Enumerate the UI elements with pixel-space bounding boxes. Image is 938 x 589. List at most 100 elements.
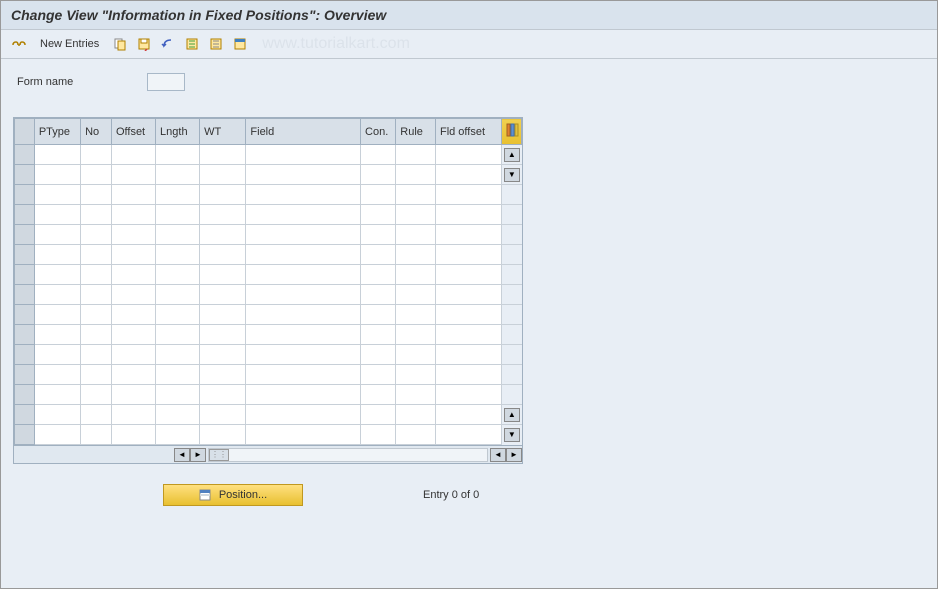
table-cell[interactable] <box>111 225 155 245</box>
table-cell[interactable] <box>246 185 361 205</box>
col-header-no[interactable]: No <box>81 119 112 145</box>
table-cell[interactable] <box>111 145 155 165</box>
table-cell[interactable] <box>156 405 200 425</box>
table-cell[interactable] <box>246 245 361 265</box>
table-row[interactable]: ▲ <box>15 405 522 425</box>
table-cell[interactable] <box>111 385 155 405</box>
new-entries-button[interactable]: New Entries <box>33 35 106 53</box>
position-button[interactable]: Position... <box>163 484 303 506</box>
table-row[interactable]: ▲ <box>15 145 522 165</box>
table-cell[interactable] <box>34 145 80 165</box>
table-cell[interactable] <box>111 265 155 285</box>
table-cell[interactable] <box>361 405 396 425</box>
row-selector[interactable] <box>15 365 35 385</box>
table-cell[interactable] <box>34 365 80 385</box>
table-cell[interactable] <box>81 225 112 245</box>
table-cell[interactable] <box>200 425 246 445</box>
table-cell[interactable] <box>361 205 396 225</box>
table-cell[interactable] <box>361 425 396 445</box>
row-selector[interactable] <box>15 405 35 425</box>
table-cell[interactable] <box>34 265 80 285</box>
table-row[interactable] <box>15 225 522 245</box>
row-selector[interactable] <box>15 225 35 245</box>
undo-icon[interactable] <box>158 34 178 54</box>
deselect-all-icon[interactable] <box>206 34 226 54</box>
table-cell[interactable] <box>81 365 112 385</box>
table-cell[interactable] <box>396 405 436 425</box>
table-cell[interactable] <box>396 185 436 205</box>
save-icon[interactable] <box>134 34 154 54</box>
table-cell[interactable] <box>156 425 200 445</box>
table-cell[interactable] <box>200 405 246 425</box>
table-cell[interactable] <box>435 225 501 245</box>
col-header-field[interactable]: Field <box>246 119 361 145</box>
table-cell[interactable] <box>246 165 361 185</box>
table-cell[interactable] <box>361 385 396 405</box>
table-cell[interactable] <box>246 205 361 225</box>
table-cell[interactable] <box>361 265 396 285</box>
table-cell[interactable] <box>361 245 396 265</box>
table-cell[interactable] <box>200 265 246 285</box>
table-cell[interactable] <box>200 325 246 345</box>
table-cell[interactable] <box>200 305 246 325</box>
table-row[interactable] <box>15 325 522 345</box>
table-settings-icon[interactable] <box>230 34 250 54</box>
table-cell[interactable] <box>156 365 200 385</box>
table-cell[interactable] <box>435 405 501 425</box>
col-header-length[interactable]: Lngth <box>156 119 200 145</box>
table-cell[interactable] <box>111 425 155 445</box>
table-cell[interactable] <box>246 285 361 305</box>
table-cell[interactable] <box>81 325 112 345</box>
table-cell[interactable] <box>156 285 200 305</box>
table-cell[interactable] <box>156 385 200 405</box>
table-cell[interactable] <box>396 365 436 385</box>
scroll-up-end-arrow[interactable]: ▲ <box>504 408 520 422</box>
table-row[interactable] <box>15 285 522 305</box>
table-cell[interactable] <box>156 145 200 165</box>
select-all-header[interactable] <box>15 119 35 145</box>
table-cell[interactable] <box>200 165 246 185</box>
table-cell[interactable] <box>435 265 501 285</box>
table-cell[interactable] <box>435 345 501 365</box>
table-row[interactable] <box>15 345 522 365</box>
row-selector[interactable] <box>15 185 35 205</box>
table-cell[interactable] <box>156 205 200 225</box>
table-cell[interactable] <box>396 265 436 285</box>
scroll-up-arrow[interactable]: ▲ <box>504 148 520 162</box>
table-cell[interactable] <box>34 225 80 245</box>
table-cell[interactable] <box>111 405 155 425</box>
table-row[interactable] <box>15 385 522 405</box>
table-cell[interactable] <box>156 325 200 345</box>
table-cell[interactable] <box>361 145 396 165</box>
table-cell[interactable] <box>34 425 80 445</box>
table-cell[interactable] <box>111 325 155 345</box>
row-selector[interactable] <box>15 165 35 185</box>
table-cell[interactable] <box>81 205 112 225</box>
table-cell[interactable] <box>156 185 200 205</box>
row-selector[interactable] <box>15 245 35 265</box>
table-cell[interactable] <box>361 365 396 385</box>
table-cell[interactable] <box>34 405 80 425</box>
table-cell[interactable] <box>111 185 155 205</box>
table-cell[interactable] <box>435 425 501 445</box>
col-header-fldoffset[interactable]: Fld offset <box>435 119 501 145</box>
col-header-wt[interactable]: WT <box>200 119 246 145</box>
table-cell[interactable] <box>435 365 501 385</box>
table-cell[interactable] <box>200 205 246 225</box>
table-cell[interactable] <box>81 305 112 325</box>
select-all-icon[interactable] <box>182 34 202 54</box>
table-cell[interactable] <box>81 405 112 425</box>
table-cell[interactable] <box>435 165 501 185</box>
table-cell[interactable] <box>200 185 246 205</box>
table-cell[interactable] <box>156 345 200 365</box>
table-cell[interactable] <box>435 285 501 305</box>
table-cell[interactable] <box>156 245 200 265</box>
table-cell[interactable] <box>396 225 436 245</box>
hscroll-thumb[interactable]: ⋮⋮ <box>209 449 229 461</box>
col-header-con[interactable]: Con. <box>361 119 396 145</box>
hscroll-track[interactable]: ⋮⋮ <box>208 448 488 462</box>
scroll-down-end-arrow[interactable]: ▼ <box>504 428 520 442</box>
table-cell[interactable] <box>111 365 155 385</box>
table-cell[interactable] <box>34 325 80 345</box>
table-cell[interactable] <box>246 365 361 385</box>
